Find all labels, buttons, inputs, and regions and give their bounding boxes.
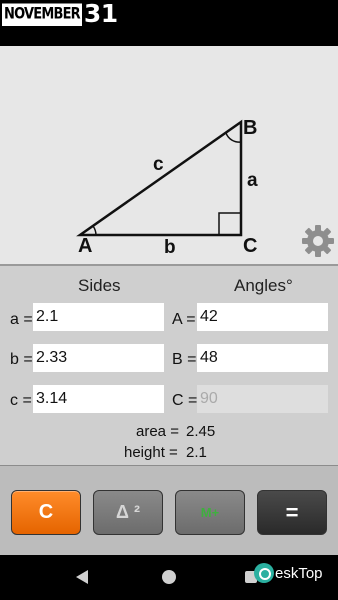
triangle-shape — [76, 119, 243, 237]
memory-button[interactable]: M+ — [175, 490, 245, 535]
angle-c-input — [197, 385, 328, 413]
angle-b-input[interactable] — [197, 344, 328, 372]
vertex-b-label: B — [243, 117, 257, 139]
angles-header: Angles° — [234, 276, 293, 295]
angle-c-field-label: C = — [172, 392, 198, 409]
height-label: height = — [124, 444, 178, 461]
input-panel: Sides Angles° a = A = b = B = c = C = ar… — [0, 264, 338, 465]
gear-icon[interactable] — [301, 224, 335, 258]
sides-header: Sides — [78, 276, 121, 295]
side-b-field-label: b = — [10, 351, 33, 368]
watermark: eskTop — [254, 563, 323, 583]
height-value: 2.1 — [186, 444, 207, 461]
angle-b-field-label: B = — [172, 351, 197, 368]
side-a-field-label: a = — [10, 311, 33, 328]
logo-month: NOVEMBER — [2, 3, 82, 26]
side-b-input[interactable] — [33, 344, 164, 372]
triangle-diagram: A B C a b c — [0, 46, 338, 264]
angle-b-arc — [225, 132, 242, 143]
status-bar: NOVEMBER 31 — [0, 0, 338, 46]
side-b-label: b — [164, 237, 176, 258]
triangle-svg: A B C a b c — [76, 117, 258, 258]
angle-a-input[interactable] — [197, 303, 328, 331]
home-icon[interactable] — [162, 570, 176, 584]
back-icon[interactable] — [76, 570, 88, 584]
button-bar: C Δ ² M+ = — [0, 465, 338, 555]
side-c-input[interactable] — [33, 385, 164, 413]
area-label: area = — [136, 423, 179, 440]
app-logo: NOVEMBER 31 — [2, 0, 118, 28]
vertex-a-label: A — [78, 235, 92, 257]
square-button[interactable]: Δ ² — [93, 490, 163, 535]
clear-button[interactable]: C — [11, 490, 81, 535]
angle-a-arc — [92, 225, 97, 236]
equals-button[interactable]: = — [257, 490, 327, 535]
side-c-label: c — [153, 154, 164, 175]
right-angle-marker — [218, 212, 242, 236]
watermark-logo-icon — [254, 563, 274, 583]
side-a-label: a — [247, 170, 258, 191]
logo-day: 31 — [83, 0, 118, 28]
watermark-text: eskTop — [275, 564, 323, 582]
angle-a-field-label: A = — [172, 311, 196, 328]
area-value: 2.45 — [186, 423, 216, 440]
vertex-c-label: C — [243, 235, 257, 257]
side-a-input[interactable] — [33, 303, 164, 331]
side-c-field-label: c = — [10, 392, 32, 409]
